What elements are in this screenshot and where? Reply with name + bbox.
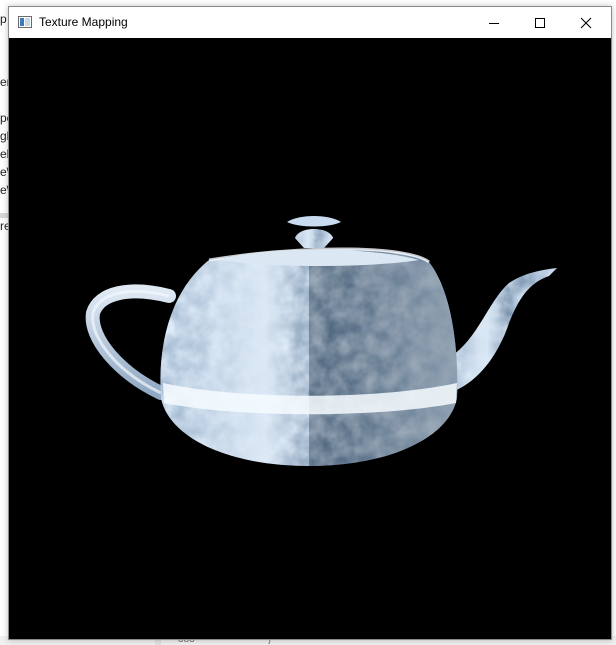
teapot-body bbox=[160, 247, 458, 466]
teapot-render bbox=[85, 216, 557, 466]
title-bar[interactable]: Texture Mapping bbox=[9, 7, 611, 38]
minimize-icon bbox=[489, 23, 499, 24]
background-text-fragment: p bbox=[0, 12, 7, 26]
teapot-spout bbox=[449, 268, 557, 393]
texture-mapping-window[interactable]: Texture Mapping bbox=[8, 6, 612, 640]
teapot-handle bbox=[85, 284, 176, 400]
minimize-button[interactable] bbox=[471, 7, 517, 38]
close-icon bbox=[580, 17, 592, 29]
maximize-icon bbox=[535, 18, 545, 28]
window-title: Texture Mapping bbox=[39, 15, 128, 29]
render-viewport[interactable] bbox=[9, 38, 611, 639]
maximize-button[interactable] bbox=[517, 7, 563, 38]
close-button[interactable] bbox=[563, 7, 609, 38]
application-window-icon bbox=[18, 16, 32, 28]
teapot-lid bbox=[219, 216, 419, 266]
